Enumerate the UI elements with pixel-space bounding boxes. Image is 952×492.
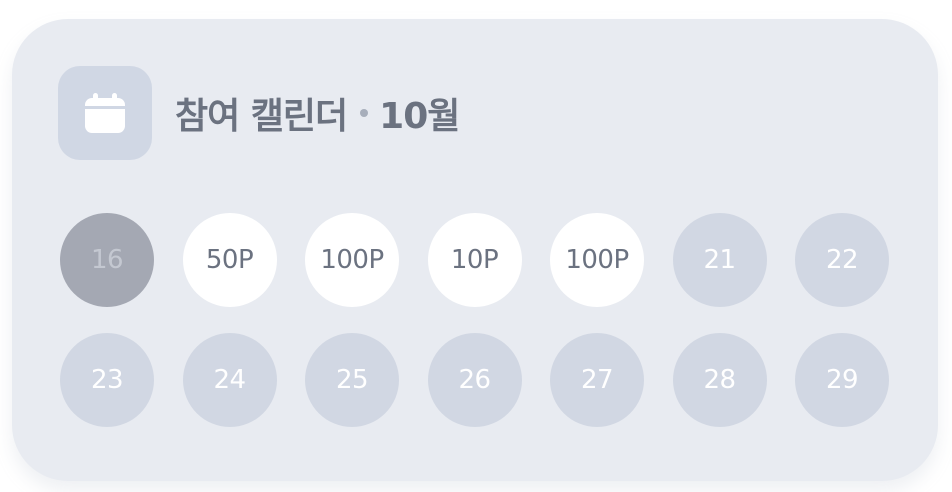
calendar-title-label: 참여 캘린더 bbox=[175, 96, 348, 137]
day-cell[interactable]: 29 bbox=[795, 333, 889, 427]
day-label: 25 bbox=[335, 365, 369, 395]
day-cell[interactable]: 16 bbox=[60, 213, 154, 307]
day-label: 23 bbox=[90, 365, 124, 395]
calendar-header: 참여 캘린더 10월 bbox=[58, 66, 460, 160]
title-separator-dot bbox=[360, 109, 369, 117]
day-cell[interactable]: 28 bbox=[672, 333, 767, 427]
day-cell[interactable]: 21 bbox=[672, 213, 767, 307]
day-cell[interactable]: 50P bbox=[182, 213, 277, 307]
day-label: 24 bbox=[213, 365, 246, 395]
day-label: 100P bbox=[320, 245, 384, 275]
day-cell[interactable]: 100P bbox=[550, 213, 644, 307]
day-label: 28 bbox=[703, 365, 736, 395]
day-cell[interactable]: 22 bbox=[795, 213, 889, 307]
day-cell[interactable]: 25 bbox=[305, 333, 399, 427]
day-cell[interactable]: 24 bbox=[182, 333, 277, 427]
day-cell[interactable]: 10P bbox=[427, 213, 522, 307]
day-label: 26 bbox=[458, 365, 491, 395]
calendar-month-label: 10월 bbox=[379, 96, 460, 137]
day-label: 10P bbox=[450, 245, 499, 275]
day-cell[interactable]: 27 bbox=[550, 333, 644, 427]
day-label: 27 bbox=[580, 365, 614, 395]
day-label: 21 bbox=[703, 245, 736, 275]
day-label: 50P bbox=[205, 245, 254, 275]
calendar-day-grid: 16 50P 100P 10P 100P 21 22 23 24 25 26 2… bbox=[60, 213, 889, 427]
day-cell[interactable]: 100P bbox=[305, 213, 399, 307]
day-cell[interactable]: 26 bbox=[427, 333, 522, 427]
day-label: 29 bbox=[825, 365, 859, 395]
calendar-title: 참여 캘린더 10월 bbox=[175, 87, 460, 139]
calendar-icon-badge bbox=[58, 66, 152, 160]
day-label: 100P bbox=[565, 245, 629, 275]
day-label: 22 bbox=[825, 245, 859, 275]
participation-calendar-card: 참여 캘린더 10월 16 50P 100P 10P 100P 21 22 23… bbox=[12, 19, 938, 481]
day-label: 16 bbox=[90, 245, 124, 275]
calendar-icon bbox=[85, 93, 125, 133]
day-cell[interactable]: 23 bbox=[60, 333, 154, 427]
